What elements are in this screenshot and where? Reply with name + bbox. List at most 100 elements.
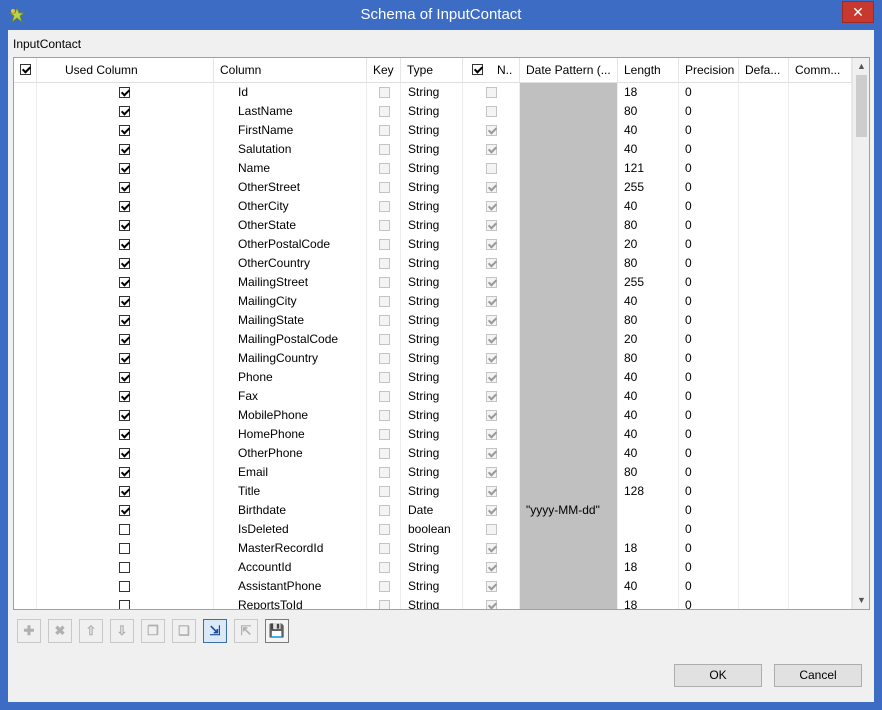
key-cell[interactable]	[367, 520, 401, 539]
used-cell[interactable]	[37, 311, 214, 330]
column-name[interactable]: Salutation	[214, 140, 367, 159]
nullable-cell[interactable]	[463, 216, 520, 235]
nullable-checkbox[interactable]	[486, 182, 497, 193]
used-cell[interactable]	[37, 273, 214, 292]
used-checkbox[interactable]	[119, 410, 130, 421]
date-pattern-cell[interactable]	[520, 482, 618, 501]
date-pattern-cell[interactable]	[520, 159, 618, 178]
type-cell[interactable]: String	[401, 216, 463, 235]
type-cell[interactable]: String	[401, 178, 463, 197]
key-checkbox[interactable]	[379, 106, 390, 117]
used-cell[interactable]	[37, 501, 214, 520]
length-cell[interactable]: 80	[618, 216, 679, 235]
used-checkbox[interactable]	[119, 543, 130, 554]
type-cell[interactable]: String	[401, 254, 463, 273]
nullable-cell[interactable]	[463, 463, 520, 482]
nullable-cell[interactable]	[463, 520, 520, 539]
table-row[interactable]: Birthdate Date "yyyy-MM-dd" 0	[14, 501, 852, 520]
table-row[interactable]: Title String 128 0	[14, 482, 852, 501]
table-row[interactable]: OtherCity String 40 0	[14, 197, 852, 216]
table-row[interactable]: MailingCountry String 80 0	[14, 349, 852, 368]
table-row[interactable]: LastName String 80 0	[14, 102, 852, 121]
precision-cell[interactable]: 0	[679, 406, 739, 425]
precision-cell[interactable]: 0	[679, 102, 739, 121]
comment-cell[interactable]	[789, 83, 852, 102]
column-name[interactable]: FirstName	[214, 121, 367, 140]
used-cell[interactable]	[37, 577, 214, 596]
key-cell[interactable]	[367, 444, 401, 463]
precision-cell[interactable]: 0	[679, 311, 739, 330]
used-cell[interactable]	[37, 254, 214, 273]
date-pattern-cell[interactable]	[520, 425, 618, 444]
nullable-checkbox[interactable]	[486, 581, 497, 592]
default-cell[interactable]	[739, 273, 789, 292]
date-pattern-cell[interactable]	[520, 577, 618, 596]
default-cell[interactable]	[739, 254, 789, 273]
nullable-cell[interactable]	[463, 444, 520, 463]
column-name[interactable]: OtherCountry	[214, 254, 367, 273]
column-name[interactable]: LastName	[214, 102, 367, 121]
length-cell[interactable]	[618, 501, 679, 520]
cancel-button[interactable]: Cancel	[774, 664, 862, 687]
key-checkbox[interactable]	[379, 524, 390, 535]
nullable-cell[interactable]	[463, 273, 520, 292]
nullable-cell[interactable]	[463, 102, 520, 121]
used-checkbox[interactable]	[119, 486, 130, 497]
precision-cell[interactable]: 0	[679, 292, 739, 311]
type-cell[interactable]: String	[401, 235, 463, 254]
table-row[interactable]: MasterRecordId String 18 0	[14, 539, 852, 558]
key-cell[interactable]	[367, 387, 401, 406]
date-pattern-cell[interactable]	[520, 558, 618, 577]
nullable-checkbox[interactable]	[486, 448, 497, 459]
comment-cell[interactable]	[789, 235, 852, 254]
add-row-button[interactable]: ✚	[17, 619, 41, 643]
comment-cell[interactable]	[789, 368, 852, 387]
move-down-button[interactable]: ⇩	[110, 619, 134, 643]
comment-cell[interactable]	[789, 330, 852, 349]
header-used-checkbox-cell[interactable]	[14, 58, 37, 82]
comment-cell[interactable]	[789, 102, 852, 121]
header-key[interactable]: Key	[367, 58, 401, 82]
used-cell[interactable]	[37, 425, 214, 444]
comment-cell[interactable]	[789, 140, 852, 159]
length-cell[interactable]: 40	[618, 368, 679, 387]
table-row[interactable]: MailingCity String 40 0	[14, 292, 852, 311]
precision-cell[interactable]: 0	[679, 463, 739, 482]
nullable-cell[interactable]	[463, 539, 520, 558]
default-cell[interactable]	[739, 501, 789, 520]
length-cell[interactable]: 20	[618, 330, 679, 349]
used-checkbox[interactable]	[119, 562, 130, 573]
date-pattern-cell[interactable]	[520, 197, 618, 216]
key-cell[interactable]	[367, 577, 401, 596]
key-checkbox[interactable]	[379, 201, 390, 212]
length-cell[interactable]	[618, 520, 679, 539]
default-cell[interactable]	[739, 311, 789, 330]
precision-cell[interactable]: 0	[679, 558, 739, 577]
comment-cell[interactable]	[789, 121, 852, 140]
key-checkbox[interactable]	[379, 144, 390, 155]
precision-cell[interactable]: 0	[679, 273, 739, 292]
precision-cell[interactable]: 0	[679, 539, 739, 558]
length-cell[interactable]: 18	[618, 539, 679, 558]
nullable-cell[interactable]	[463, 121, 520, 140]
key-checkbox[interactable]	[379, 315, 390, 326]
nullable-checkbox[interactable]	[486, 87, 497, 98]
used-cell[interactable]	[37, 102, 214, 121]
column-name[interactable]: OtherPhone	[214, 444, 367, 463]
date-pattern-cell[interactable]	[520, 102, 618, 121]
nullable-checkbox[interactable]	[486, 144, 497, 155]
column-name[interactable]: Phone	[214, 368, 367, 387]
used-checkbox[interactable]	[119, 258, 130, 269]
comment-cell[interactable]	[789, 292, 852, 311]
used-checkbox[interactable]	[119, 106, 130, 117]
type-cell[interactable]: Date	[401, 501, 463, 520]
key-cell[interactable]	[367, 121, 401, 140]
nullable-checkbox[interactable]	[486, 296, 497, 307]
key-checkbox[interactable]	[379, 296, 390, 307]
used-checkbox[interactable]	[119, 163, 130, 174]
column-name[interactable]: MobilePhone	[214, 406, 367, 425]
length-cell[interactable]: 40	[618, 197, 679, 216]
used-cell[interactable]	[37, 520, 214, 539]
column-name[interactable]: MailingState	[214, 311, 367, 330]
used-cell[interactable]	[37, 482, 214, 501]
